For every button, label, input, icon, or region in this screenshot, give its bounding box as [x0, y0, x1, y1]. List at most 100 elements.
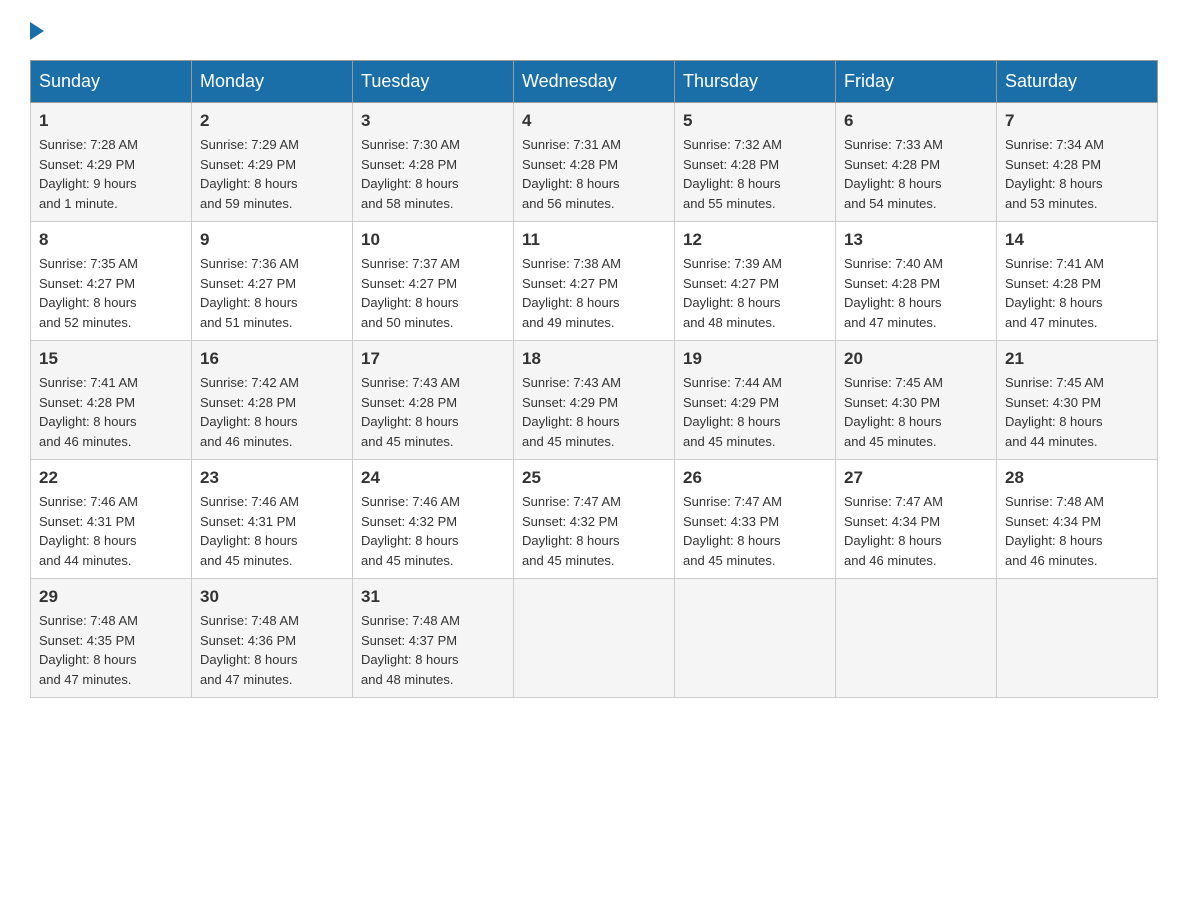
day-info: Sunrise: 7:46 AMSunset: 4:31 PMDaylight:…	[39, 494, 138, 568]
day-info: Sunrise: 7:46 AMSunset: 4:31 PMDaylight:…	[200, 494, 299, 568]
calendar-cell: 1 Sunrise: 7:28 AMSunset: 4:29 PMDayligh…	[31, 103, 192, 222]
day-info: Sunrise: 7:43 AMSunset: 4:28 PMDaylight:…	[361, 375, 460, 449]
day-number: 31	[361, 587, 505, 607]
calendar-cell: 6 Sunrise: 7:33 AMSunset: 4:28 PMDayligh…	[836, 103, 997, 222]
day-number: 9	[200, 230, 344, 250]
calendar-week-5: 29 Sunrise: 7:48 AMSunset: 4:35 PMDaylig…	[31, 579, 1158, 698]
day-number: 13	[844, 230, 988, 250]
logo-arrow-icon	[30, 22, 44, 40]
day-number: 8	[39, 230, 183, 250]
day-number: 24	[361, 468, 505, 488]
calendar-cell: 13 Sunrise: 7:40 AMSunset: 4:28 PMDaylig…	[836, 222, 997, 341]
day-info: Sunrise: 7:36 AMSunset: 4:27 PMDaylight:…	[200, 256, 299, 330]
day-number: 6	[844, 111, 988, 131]
calendar-cell: 23 Sunrise: 7:46 AMSunset: 4:31 PMDaylig…	[192, 460, 353, 579]
day-number: 5	[683, 111, 827, 131]
calendar-cell: 16 Sunrise: 7:42 AMSunset: 4:28 PMDaylig…	[192, 341, 353, 460]
day-info: Sunrise: 7:35 AMSunset: 4:27 PMDaylight:…	[39, 256, 138, 330]
calendar-cell: 3 Sunrise: 7:30 AMSunset: 4:28 PMDayligh…	[353, 103, 514, 222]
calendar-cell: 26 Sunrise: 7:47 AMSunset: 4:33 PMDaylig…	[675, 460, 836, 579]
calendar-cell: 19 Sunrise: 7:44 AMSunset: 4:29 PMDaylig…	[675, 341, 836, 460]
page-header	[30, 20, 1158, 40]
day-info: Sunrise: 7:37 AMSunset: 4:27 PMDaylight:…	[361, 256, 460, 330]
calendar-cell: 14 Sunrise: 7:41 AMSunset: 4:28 PMDaylig…	[997, 222, 1158, 341]
day-number: 19	[683, 349, 827, 369]
day-info: Sunrise: 7:29 AMSunset: 4:29 PMDaylight:…	[200, 137, 299, 211]
day-number: 30	[200, 587, 344, 607]
header-friday: Friday	[836, 61, 997, 103]
calendar-cell: 10 Sunrise: 7:37 AMSunset: 4:27 PMDaylig…	[353, 222, 514, 341]
day-info: Sunrise: 7:48 AMSunset: 4:35 PMDaylight:…	[39, 613, 138, 687]
calendar-cell: 22 Sunrise: 7:46 AMSunset: 4:31 PMDaylig…	[31, 460, 192, 579]
day-number: 22	[39, 468, 183, 488]
calendar-cell: 7 Sunrise: 7:34 AMSunset: 4:28 PMDayligh…	[997, 103, 1158, 222]
day-info: Sunrise: 7:46 AMSunset: 4:32 PMDaylight:…	[361, 494, 460, 568]
day-number: 14	[1005, 230, 1149, 250]
day-info: Sunrise: 7:34 AMSunset: 4:28 PMDaylight:…	[1005, 137, 1104, 211]
calendar-table: Sunday Monday Tuesday Wednesday Thursday…	[30, 60, 1158, 698]
calendar-week-3: 15 Sunrise: 7:41 AMSunset: 4:28 PMDaylig…	[31, 341, 1158, 460]
header-saturday: Saturday	[997, 61, 1158, 103]
day-number: 3	[361, 111, 505, 131]
calendar-cell: 31 Sunrise: 7:48 AMSunset: 4:37 PMDaylig…	[353, 579, 514, 698]
day-number: 20	[844, 349, 988, 369]
day-number: 11	[522, 230, 666, 250]
day-number: 26	[683, 468, 827, 488]
day-number: 1	[39, 111, 183, 131]
calendar-cell	[836, 579, 997, 698]
day-info: Sunrise: 7:45 AMSunset: 4:30 PMDaylight:…	[1005, 375, 1104, 449]
day-info: Sunrise: 7:45 AMSunset: 4:30 PMDaylight:…	[844, 375, 943, 449]
calendar-cell	[997, 579, 1158, 698]
calendar-cell	[675, 579, 836, 698]
header-monday: Monday	[192, 61, 353, 103]
calendar-cell: 20 Sunrise: 7:45 AMSunset: 4:30 PMDaylig…	[836, 341, 997, 460]
day-info: Sunrise: 7:28 AMSunset: 4:29 PMDaylight:…	[39, 137, 138, 211]
header-sunday: Sunday	[31, 61, 192, 103]
day-number: 10	[361, 230, 505, 250]
day-info: Sunrise: 7:38 AMSunset: 4:27 PMDaylight:…	[522, 256, 621, 330]
day-number: 27	[844, 468, 988, 488]
day-number: 15	[39, 349, 183, 369]
day-number: 21	[1005, 349, 1149, 369]
day-info: Sunrise: 7:30 AMSunset: 4:28 PMDaylight:…	[361, 137, 460, 211]
header-row: Sunday Monday Tuesday Wednesday Thursday…	[31, 61, 1158, 103]
calendar-cell: 9 Sunrise: 7:36 AMSunset: 4:27 PMDayligh…	[192, 222, 353, 341]
header-thursday: Thursday	[675, 61, 836, 103]
calendar-cell: 18 Sunrise: 7:43 AMSunset: 4:29 PMDaylig…	[514, 341, 675, 460]
day-number: 16	[200, 349, 344, 369]
calendar-cell: 2 Sunrise: 7:29 AMSunset: 4:29 PMDayligh…	[192, 103, 353, 222]
header-tuesday: Tuesday	[353, 61, 514, 103]
day-info: Sunrise: 7:33 AMSunset: 4:28 PMDaylight:…	[844, 137, 943, 211]
logo	[30, 20, 46, 40]
day-number: 12	[683, 230, 827, 250]
day-info: Sunrise: 7:44 AMSunset: 4:29 PMDaylight:…	[683, 375, 782, 449]
calendar-week-4: 22 Sunrise: 7:46 AMSunset: 4:31 PMDaylig…	[31, 460, 1158, 579]
day-info: Sunrise: 7:32 AMSunset: 4:28 PMDaylight:…	[683, 137, 782, 211]
day-info: Sunrise: 7:48 AMSunset: 4:37 PMDaylight:…	[361, 613, 460, 687]
day-info: Sunrise: 7:43 AMSunset: 4:29 PMDaylight:…	[522, 375, 621, 449]
day-number: 7	[1005, 111, 1149, 131]
logo-blue-part	[30, 20, 46, 40]
calendar-cell	[514, 579, 675, 698]
day-number: 28	[1005, 468, 1149, 488]
calendar-cell: 4 Sunrise: 7:31 AMSunset: 4:28 PMDayligh…	[514, 103, 675, 222]
calendar-week-1: 1 Sunrise: 7:28 AMSunset: 4:29 PMDayligh…	[31, 103, 1158, 222]
day-info: Sunrise: 7:47 AMSunset: 4:33 PMDaylight:…	[683, 494, 782, 568]
day-info: Sunrise: 7:31 AMSunset: 4:28 PMDaylight:…	[522, 137, 621, 211]
calendar-cell: 28 Sunrise: 7:48 AMSunset: 4:34 PMDaylig…	[997, 460, 1158, 579]
calendar-cell: 24 Sunrise: 7:46 AMSunset: 4:32 PMDaylig…	[353, 460, 514, 579]
calendar-cell: 12 Sunrise: 7:39 AMSunset: 4:27 PMDaylig…	[675, 222, 836, 341]
day-info: Sunrise: 7:39 AMSunset: 4:27 PMDaylight:…	[683, 256, 782, 330]
day-info: Sunrise: 7:48 AMSunset: 4:34 PMDaylight:…	[1005, 494, 1104, 568]
day-info: Sunrise: 7:40 AMSunset: 4:28 PMDaylight:…	[844, 256, 943, 330]
calendar-cell: 30 Sunrise: 7:48 AMSunset: 4:36 PMDaylig…	[192, 579, 353, 698]
day-number: 25	[522, 468, 666, 488]
day-number: 29	[39, 587, 183, 607]
calendar-cell: 25 Sunrise: 7:47 AMSunset: 4:32 PMDaylig…	[514, 460, 675, 579]
day-number: 4	[522, 111, 666, 131]
header-wednesday: Wednesday	[514, 61, 675, 103]
day-info: Sunrise: 7:47 AMSunset: 4:32 PMDaylight:…	[522, 494, 621, 568]
calendar-cell: 11 Sunrise: 7:38 AMSunset: 4:27 PMDaylig…	[514, 222, 675, 341]
day-info: Sunrise: 7:41 AMSunset: 4:28 PMDaylight:…	[39, 375, 138, 449]
day-info: Sunrise: 7:42 AMSunset: 4:28 PMDaylight:…	[200, 375, 299, 449]
